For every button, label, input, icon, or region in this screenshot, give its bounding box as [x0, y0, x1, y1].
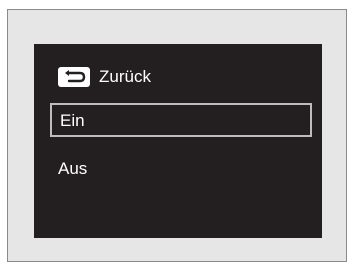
- back-button[interactable]: Zurück: [58, 62, 151, 92]
- option-label: Ein: [60, 111, 85, 130]
- back-arrow-icon: [58, 67, 90, 87]
- menu-screen: Zurück Ein Aus: [34, 44, 322, 238]
- back-label: Zurück: [99, 67, 151, 86]
- option-ein[interactable]: Ein: [50, 103, 312, 137]
- option-aus[interactable]: Aus: [50, 153, 312, 187]
- option-label: Aus: [58, 159, 88, 178]
